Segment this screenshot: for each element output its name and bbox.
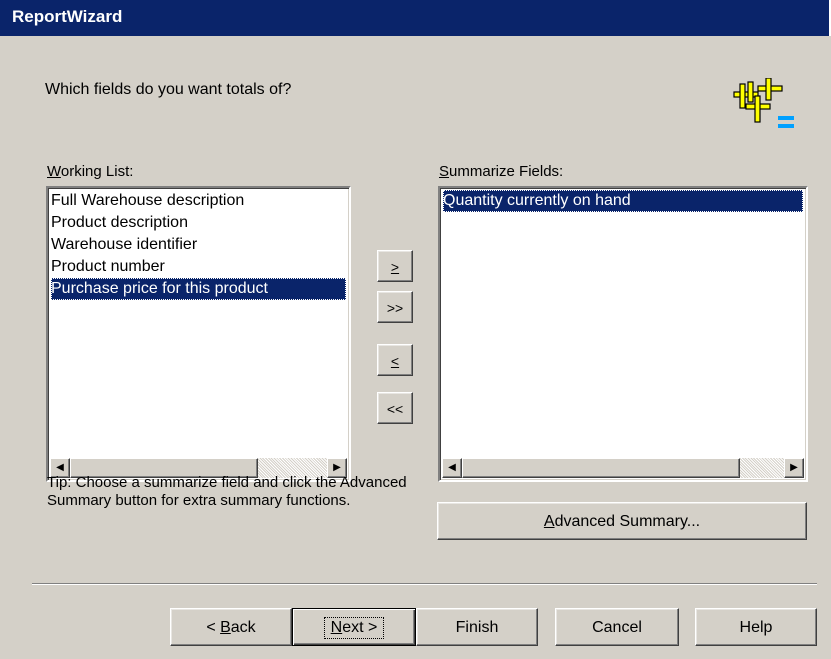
summarize-list-scroll-thumb[interactable] xyxy=(462,458,740,478)
working-list-label: Working List: xyxy=(47,163,133,180)
back-accel: B xyxy=(220,619,231,636)
advanced-summary-label: dvanced Summary... xyxy=(554,513,701,530)
sigma-plus-equals-icon xyxy=(726,77,798,138)
remove-one-label: < xyxy=(390,353,400,369)
list-item[interactable]: Purchase price for this product xyxy=(51,278,346,300)
summarize-list-hscrollbar[interactable]: ◀ ▶ xyxy=(442,458,804,478)
tip-text: Tip: Choose a summarize field and click … xyxy=(47,474,407,509)
add-one-label: > xyxy=(390,259,400,275)
list-item[interactable]: Warehouse identifier xyxy=(51,234,346,256)
advanced-summary-button[interactable]: Advanced Summary... xyxy=(437,502,807,540)
triangle-left-icon: ◀ xyxy=(56,462,64,473)
next-button[interactable]: Next > xyxy=(292,608,416,646)
working-list-items: Full Warehouse description Product descri… xyxy=(51,190,346,300)
help-button[interactable]: Help xyxy=(695,608,817,646)
cancel-button[interactable]: Cancel xyxy=(555,608,679,646)
next-focus-box: Next > xyxy=(323,617,385,639)
triangle-left-icon: ◀ xyxy=(448,462,456,473)
remove-all-button[interactable]: << xyxy=(377,392,413,424)
summarize-fields-label: Summarize Fields: xyxy=(439,163,563,180)
window-title: ReportWizard xyxy=(12,7,123,26)
working-list-label-accel: W xyxy=(47,163,61,180)
add-one-button[interactable]: > xyxy=(377,250,413,282)
back-label: ack xyxy=(230,619,256,636)
summarize-fields-label-text: ummarize Fields: xyxy=(449,163,564,180)
finish-button[interactable]: Finish xyxy=(416,608,538,646)
next-accel: N xyxy=(330,619,343,636)
finish-label: Finish xyxy=(455,619,499,636)
cancel-label: Cancel xyxy=(592,619,642,636)
triangle-right-icon: ▶ xyxy=(333,462,341,473)
remove-one-button[interactable]: < xyxy=(377,344,413,376)
separator-line xyxy=(32,583,817,585)
summarize-list-scroll-right[interactable]: ▶ xyxy=(784,458,804,478)
working-list[interactable]: Full Warehouse description Product descri… xyxy=(46,186,351,482)
add-all-button[interactable]: >> xyxy=(377,291,413,323)
summarize-list-scroll-left[interactable]: ◀ xyxy=(442,458,462,478)
back-prefix: < xyxy=(206,619,221,636)
title-bar[interactable]: ReportWizard xyxy=(0,0,831,36)
list-item[interactable]: Product description xyxy=(51,212,346,234)
help-label: Help xyxy=(739,619,773,636)
working-list-label-text: orking List: xyxy=(60,163,134,180)
list-item[interactable]: Full Warehouse description xyxy=(51,190,346,212)
summarize-fields-label-accel: S xyxy=(439,163,450,180)
back-button[interactable]: < Back xyxy=(170,608,292,646)
summarize-fields-list[interactable]: Quantity currently on hand ◀ ▶ xyxy=(438,186,808,482)
list-item[interactable]: Product number xyxy=(51,256,346,278)
question-text: Which fields do you want totals of? xyxy=(45,81,292,98)
advanced-summary-accel: A xyxy=(543,513,555,530)
triangle-right-icon: ▶ xyxy=(790,462,798,473)
list-item[interactable]: Quantity currently on hand xyxy=(443,190,803,212)
summarize-fields-items: Quantity currently on hand xyxy=(443,190,803,212)
wizard-dialog: Which fields do you want totals of? Work… xyxy=(0,36,831,659)
add-all-label: >> xyxy=(386,300,404,316)
remove-all-label: << xyxy=(386,401,404,417)
next-label: ext > xyxy=(342,619,378,636)
